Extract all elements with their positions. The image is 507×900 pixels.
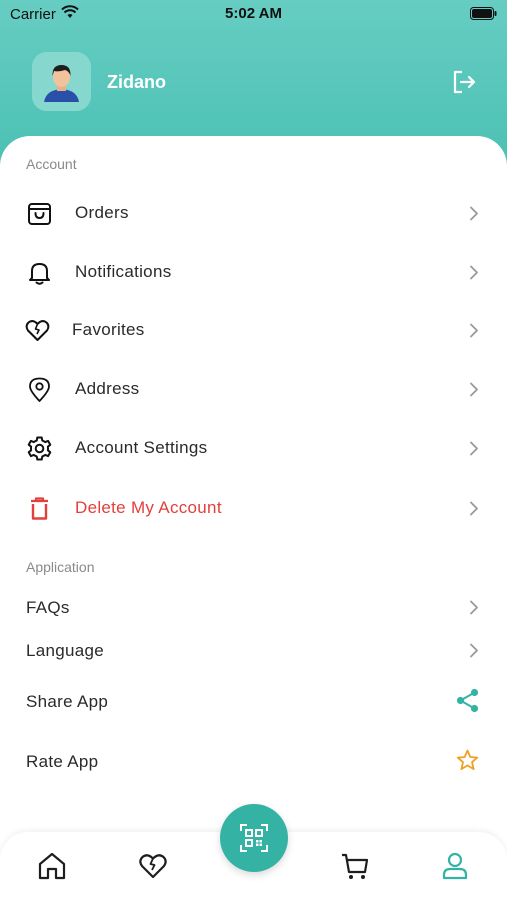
status-time: 5:02 AM — [225, 5, 282, 22]
gear-icon — [27, 436, 52, 461]
menu-item-label: Address — [75, 379, 140, 398]
status-bar: Carrier 5:02 AM — [0, 0, 507, 28]
home-icon[interactable] — [36, 850, 68, 882]
section-title-application: Application — [26, 559, 95, 575]
battery-icon — [470, 7, 497, 20]
section-title-account: Account — [26, 156, 77, 172]
menu-item-label: Favorites — [72, 320, 145, 339]
menu-item-faqs[interactable]: FAQs — [0, 581, 507, 625]
chevron-right-icon — [470, 501, 478, 516]
menu-item-notifications[interactable]: Notifications — [0, 246, 507, 298]
menu-item-rate-app[interactable]: Rate App — [0, 734, 507, 786]
menu-item-orders[interactable]: Orders — [0, 187, 507, 239]
cart-icon[interactable] — [339, 850, 371, 882]
chevron-right-icon — [470, 441, 478, 456]
menu-item-share-app[interactable]: Share App — [0, 675, 507, 727]
logout-icon[interactable] — [451, 69, 477, 95]
star-icon — [456, 749, 479, 770]
menu-item-label: Account Settings — [75, 438, 208, 457]
menu-item-label: Notifications — [75, 262, 172, 281]
bag-icon — [28, 203, 51, 225]
qr-code-icon — [240, 824, 268, 852]
menu-item-language[interactable]: Language — [0, 625, 507, 669]
chevron-right-icon — [470, 600, 478, 615]
chevron-right-icon — [470, 643, 478, 658]
menu-item-label: Share App — [26, 692, 109, 711]
menu-item-label: FAQs — [26, 598, 70, 617]
heart-icon[interactable] — [137, 850, 169, 882]
menu-item-favorites[interactable]: Favorites — [0, 304, 507, 356]
avatar[interactable] — [32, 52, 91, 111]
chevron-right-icon — [470, 265, 478, 280]
settings-card: Account Orders Notifications Favorites A… — [0, 136, 507, 900]
heart-icon — [25, 320, 50, 341]
bell-icon — [29, 263, 50, 285]
chevron-right-icon — [470, 382, 478, 397]
profile-name: Zidano — [107, 72, 166, 92]
chevron-right-icon — [470, 206, 478, 221]
chevron-right-icon — [470, 323, 478, 338]
menu-item-label: Language — [26, 641, 105, 660]
share-icon — [456, 688, 479, 713]
qr-scan-button[interactable] — [220, 804, 288, 872]
location-pin-icon — [29, 377, 50, 402]
menu-item-label: Rate App — [26, 752, 99, 771]
menu-item-label: Orders — [75, 203, 129, 222]
trash-icon — [31, 497, 48, 520]
menu-item-account-settings[interactable]: Account Settings — [0, 422, 507, 474]
menu-item-delete-account[interactable]: Delete My Account — [0, 482, 507, 534]
profile-header: Zidano — [32, 52, 477, 112]
menu-item-address[interactable]: Address — [0, 363, 507, 415]
menu-item-label: Delete My Account — [75, 498, 222, 517]
user-avatar-icon — [32, 52, 91, 111]
profile-icon[interactable] — [439, 850, 471, 882]
